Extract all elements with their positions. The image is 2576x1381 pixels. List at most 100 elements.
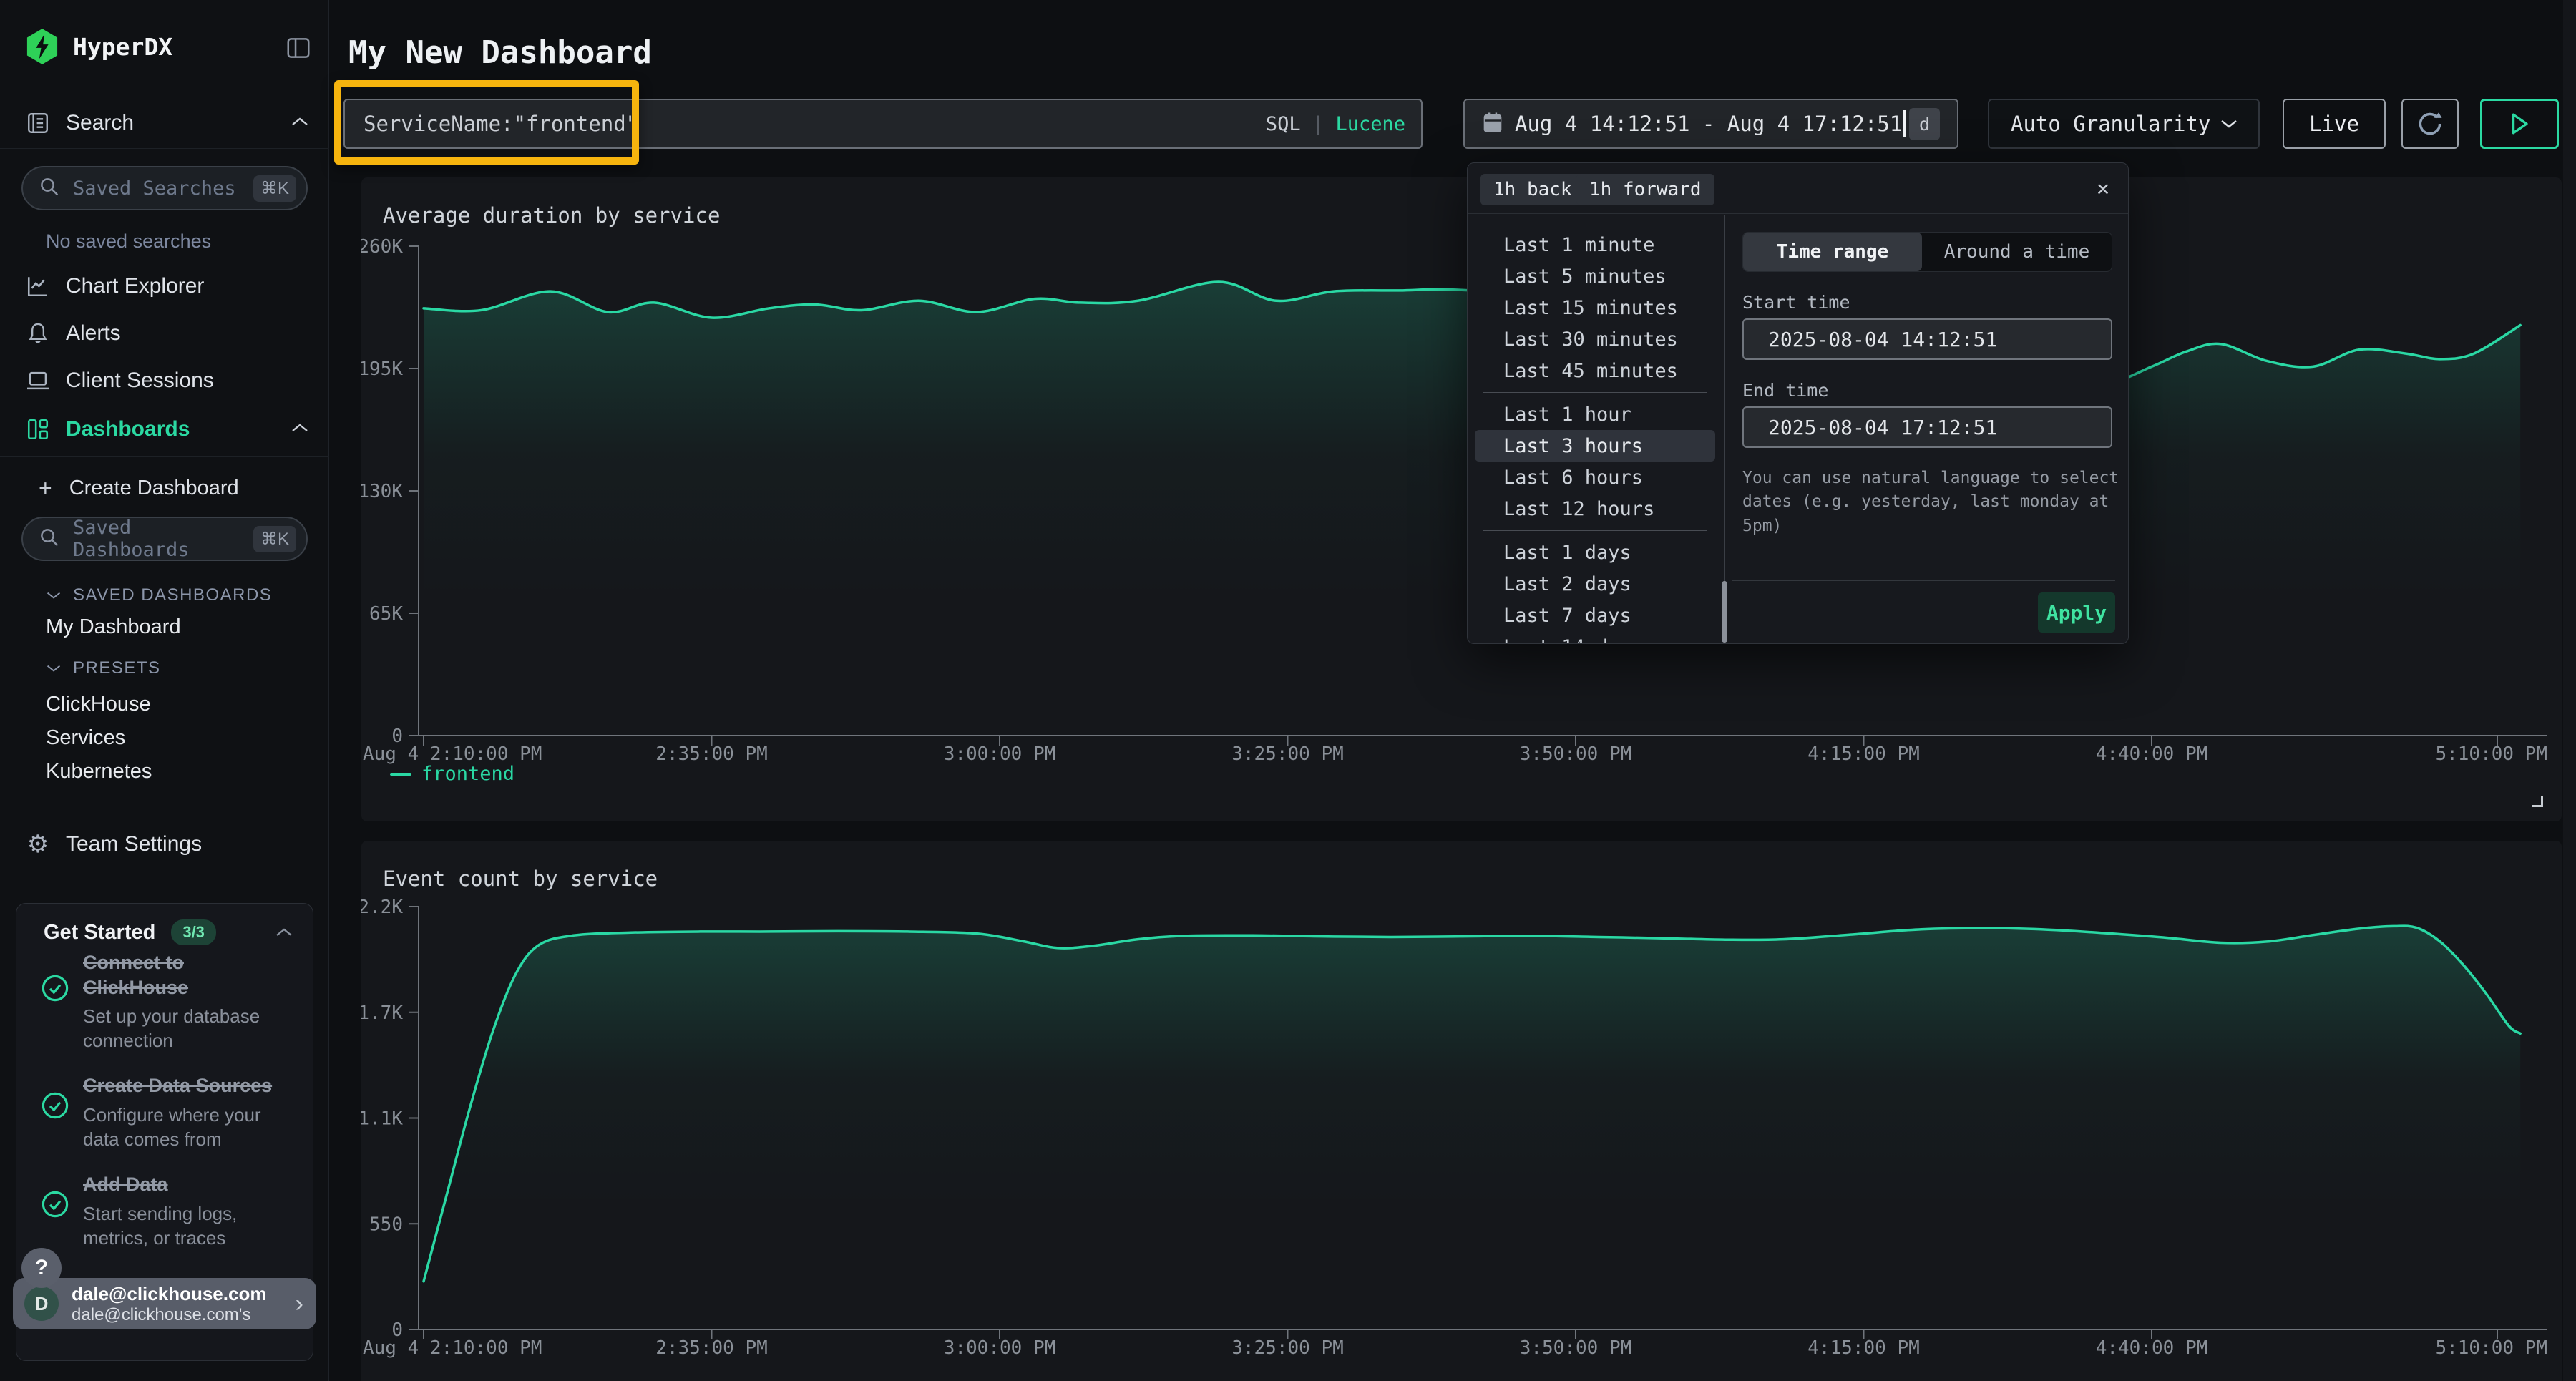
time-picker-header: 1h back 1h forward ✕ — [1468, 163, 2128, 214]
natural-language-hint: You can use natural language to select d… — [1742, 467, 2122, 538]
shift-back-button[interactable]: 1h back — [1480, 174, 1585, 205]
sidebar-item-chart-explorer[interactable]: Chart Explorer — [0, 266, 329, 306]
task-desc: Start sending logs, metrics, or traces — [83, 1201, 278, 1251]
svg-text:1.7K: 1.7K — [361, 1002, 403, 1024]
live-button[interactable]: Live — [2283, 99, 2386, 149]
time-picker-popup: 1h back 1h forward ✕ Last 1 minuteLast 5… — [1467, 162, 2129, 644]
refresh-button[interactable] — [2401, 99, 2459, 149]
granularity-value: Auto Granularity — [2011, 112, 2220, 136]
line-chart-event-count[interactable]: 2.2K1.7K1.1K5500Aug 4 2:10:00 PM2:35:00 … — [361, 885, 2562, 1381]
shortcut-badge: ⌘K — [253, 175, 296, 202]
chevron-right-icon: › — [296, 1290, 303, 1318]
tab-around-a-time[interactable]: Around a time — [1922, 233, 2112, 271]
svg-text:4:15:00 PM: 4:15:00 PM — [1807, 1337, 1920, 1359]
sidebar-item-label: Search — [66, 111, 134, 135]
line-chart-avg-duration[interactable]: 260K195K130K65K0Aug 4 2:10:00 PM2:35:00 … — [361, 222, 2562, 794]
toggle-divider: | — [1312, 113, 1324, 135]
lucene-toggle[interactable]: Lucene — [1335, 113, 1405, 135]
tab-time-range[interactable]: Time range — [1743, 233, 1922, 271]
sidebar-item-services[interactable]: Services — [46, 726, 125, 750]
play-button[interactable] — [2480, 99, 2559, 149]
time-range-text: Aug 4 14:12:51 - Aug 4 17:12:51 — [1515, 112, 1902, 136]
sidebar-item-search[interactable]: Search — [0, 103, 329, 143]
svg-text:Aug 4 2:10:00 PM: Aug 4 2:10:00 PM — [363, 743, 542, 765]
relative-range-option[interactable]: Last 45 minutes — [1475, 355, 1715, 386]
sidebar-item-team-settings[interactable]: ⚙ Team Settings — [0, 824, 329, 864]
sidebar-item-clickhouse[interactable]: ClickHouse — [46, 693, 151, 716]
shortcut-badge: ⌘K — [253, 526, 296, 552]
scrollbar-track[interactable] — [1724, 215, 1725, 644]
sidebar-item-my-dashboard[interactable]: My Dashboard — [46, 615, 181, 639]
sidebar-item-label: Team Settings — [66, 832, 202, 857]
chevron-up-icon[interactable] — [275, 927, 293, 938]
task-desc: Set up your database connection — [83, 1004, 278, 1053]
relative-range-option[interactable]: Last 1 days — [1475, 537, 1715, 568]
plus-icon: + — [39, 475, 52, 502]
sidebar-collapse-icon[interactable] — [285, 34, 312, 65]
app-name: HyperDX — [73, 33, 172, 61]
svg-text:5:10:00 PM: 5:10:00 PM — [2435, 743, 2547, 765]
app-logo[interactable]: HyperDX — [26, 29, 172, 64]
sidebar-item-dashboards[interactable]: Dashboards — [0, 409, 329, 449]
user-email: dale@clickhouse.com — [72, 1283, 296, 1305]
get-started-item[interactable]: Create Data Sources Configure where your… — [83, 1073, 278, 1151]
relative-range-option[interactable]: Last 14 days — [1475, 631, 1715, 644]
relative-range-option[interactable]: Last 2 days — [1475, 568, 1715, 600]
page-title: My New Dashboard — [348, 34, 652, 71]
check-circle-icon — [40, 1189, 70, 1223]
relative-range-option[interactable]: Last 12 hours — [1475, 493, 1715, 524]
start-time-input[interactable]: 2025-08-04 14:12:51 — [1742, 318, 2112, 360]
progress-badge: 3/3 — [171, 919, 216, 945]
relative-range-option[interactable]: Last 6 hours — [1475, 462, 1715, 493]
relative-ranges-list: Last 1 minuteLast 5 minutesLast 15 minut… — [1468, 215, 1722, 644]
scrollbar-thumb[interactable] — [1722, 581, 1727, 643]
relative-range-option[interactable]: Last 15 minutes — [1475, 292, 1715, 323]
calendar-icon — [1482, 111, 1503, 137]
sidebar-item-label: Chart Explorer — [66, 274, 204, 298]
chevron-up-icon[interactable] — [291, 116, 309, 131]
saved-dashboards-input[interactable]: Saved Dashboards ⌘K — [21, 517, 308, 561]
chart-panel-avg-duration: Average duration by service 260K195K130K… — [361, 177, 2562, 821]
get-started-item[interactable]: Connect to ClickHouse Set up your databa… — [83, 950, 278, 1053]
help-button[interactable]: ? — [21, 1248, 62, 1288]
sql-toggle[interactable]: SQL — [1266, 113, 1301, 135]
svg-text:3:00:00 PM: 3:00:00 PM — [944, 1337, 1056, 1359]
svg-text:3:25:00 PM: 3:25:00 PM — [1231, 743, 1344, 765]
relative-range-option[interactable]: Last 30 minutes — [1475, 323, 1715, 355]
section-title: SAVED DASHBOARDS — [73, 585, 272, 605]
svg-text:260K: 260K — [361, 236, 403, 258]
relative-range-option[interactable]: Last 1 hour — [1475, 399, 1715, 430]
close-icon[interactable]: ✕ — [2097, 176, 2109, 201]
time-range-input[interactable]: Aug 4 14:12:51 - Aug 4 17:12:51 d — [1463, 99, 1958, 149]
shift-forward-button[interactable]: 1h forward — [1576, 174, 1714, 205]
relative-range-option[interactable]: Last 5 minutes — [1475, 260, 1715, 292]
search-icon — [39, 176, 60, 201]
saved-searches-input[interactable]: Saved Searches ⌘K — [21, 166, 308, 210]
chevron-up-icon[interactable] — [291, 422, 309, 437]
section-saved-dashboards[interactable]: SAVED DASHBOARDS — [46, 585, 272, 605]
bell-icon — [26, 321, 50, 346]
end-time-input[interactable]: 2025-08-04 17:12:51 — [1742, 406, 2112, 448]
create-dashboard-button[interactable]: + Create Dashboard — [0, 468, 329, 508]
relative-range-option[interactable]: Last 1 minute — [1475, 229, 1715, 260]
chart-legend[interactable]: frontend — [390, 763, 514, 785]
get-started-item[interactable]: Add Data Start sending logs, metrics, or… — [83, 1172, 278, 1250]
dashboards-grid-icon — [26, 417, 50, 441]
mode-tabs: Time range Around a time — [1742, 232, 2112, 272]
relative-range-option[interactable]: Last 3 hours — [1475, 430, 1715, 462]
language-toggle[interactable]: SQL | Lucene — [1266, 113, 1405, 135]
divider — [1732, 580, 2115, 581]
granularity-select[interactable]: Auto Granularity — [1988, 99, 2260, 149]
relative-range-option[interactable]: Last 7 days — [1475, 600, 1715, 631]
section-presets[interactable]: PRESETS — [46, 658, 161, 678]
apply-button[interactable]: Apply — [2038, 592, 2115, 633]
sidebar-item-kubernetes[interactable]: Kubernetes — [46, 760, 152, 784]
user-menu[interactable]: D dale@clickhouse.com dale@clickhouse.co… — [13, 1278, 316, 1329]
svg-text:1.1K: 1.1K — [361, 1108, 403, 1130]
search-panel-icon — [26, 111, 50, 135]
sidebar-item-client-sessions[interactable]: Client Sessions — [0, 361, 329, 401]
scrollbar-gutter[interactable] — [2563, 0, 2576, 1381]
panel-resize-handle[interactable] — [2532, 796, 2543, 807]
sidebar-item-alerts[interactable]: Alerts — [0, 313, 329, 353]
avatar: D — [24, 1287, 59, 1321]
